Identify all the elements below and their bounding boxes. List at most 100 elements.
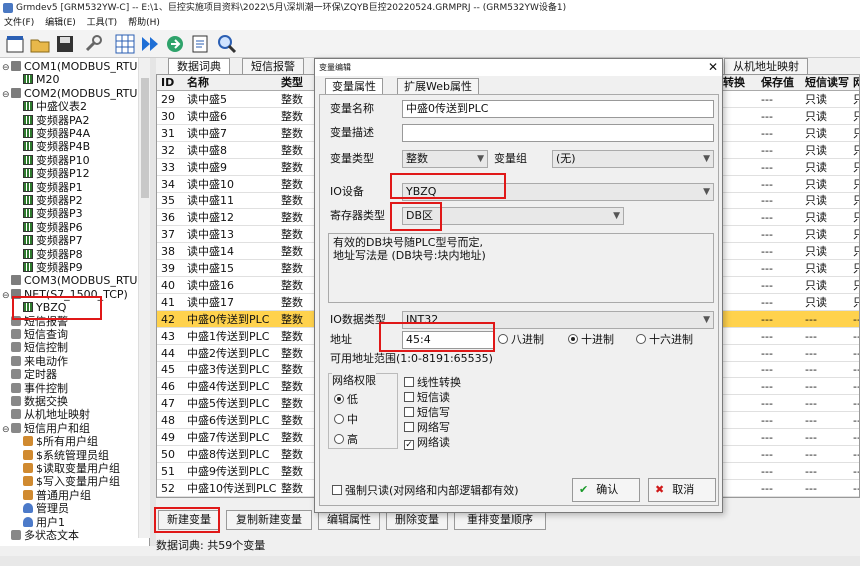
- tree-node[interactable]: 短信控制: [2, 341, 68, 355]
- tab-web-properties[interactable]: 扩展Web属性: [397, 78, 479, 94]
- compile-grid-icon[interactable]: [114, 33, 136, 55]
- tree-node[interactable]: 定时器: [2, 368, 57, 382]
- cell-id: 39: [161, 262, 175, 275]
- tree-node[interactable]: 变频器P10: [14, 154, 90, 168]
- ok-button[interactable]: ✔ 确认: [572, 478, 640, 502]
- tree-node[interactable]: 从机地址映射: [2, 408, 90, 422]
- tab-data-dictionary[interactable]: 数据词典: [168, 58, 230, 74]
- menu-tools[interactable]: 工具(T): [83, 16, 122, 30]
- download-arrow-icon[interactable]: [139, 33, 161, 55]
- type-select[interactable]: 整数 ▼: [402, 150, 488, 168]
- new-project-icon[interactable]: [4, 33, 26, 55]
- tree-node[interactable]: 多状态文本: [2, 529, 79, 543]
- col-convert[interactable]: 转换: [723, 75, 745, 91]
- expand-toggle-icon[interactable]: ⊖: [2, 88, 11, 102]
- tree-node[interactable]: 变频器P7: [14, 234, 83, 248]
- reorder-variables-button[interactable]: 重排变量顺序: [454, 510, 546, 530]
- linear-convert-checkbox[interactable]: 线性转换: [404, 376, 461, 390]
- group-select[interactable]: (无) ▼: [552, 150, 714, 168]
- open-folder-icon[interactable]: [29, 33, 51, 55]
- cell-id: 40: [161, 278, 175, 292]
- col-name[interactable]: 名称: [187, 75, 209, 91]
- tree-node[interactable]: M20: [14, 73, 60, 87]
- radix-hex-radio[interactable]: 十六进制: [636, 333, 693, 347]
- name-field[interactable]: 中盛0传送到PLC: [402, 100, 714, 118]
- perm-mid-radio[interactable]: 中: [334, 413, 358, 427]
- tree-node[interactable]: $系统管理员组: [14, 449, 109, 463]
- radix-oct-radio[interactable]: 八进制: [498, 333, 544, 347]
- tree-node[interactable]: 普通用户组: [14, 489, 91, 503]
- tree-node[interactable]: 用户1: [14, 516, 65, 530]
- print-icon[interactable]: [189, 33, 211, 55]
- tree-node[interactable]: 管理员: [14, 502, 69, 516]
- cell-type: 整数: [281, 312, 303, 326]
- save-icon[interactable]: [54, 33, 76, 55]
- tree-node[interactable]: 变频器P4A: [14, 127, 90, 141]
- device-icon: [23, 181, 33, 192]
- tree-node[interactable]: $所有用户组: [14, 435, 98, 449]
- tab-variable-properties[interactable]: 变量属性: [325, 78, 383, 94]
- expand-toggle-icon[interactable]: ⊖: [2, 423, 11, 437]
- expand-toggle-icon[interactable]: ⊖: [2, 61, 11, 75]
- cell-name: 读中盛11: [187, 194, 234, 208]
- net-read-checkbox[interactable]: ✓ 网络读: [404, 436, 450, 450]
- tree-node[interactable]: 变频器PA2: [14, 114, 89, 128]
- cell-id: 33: [161, 160, 175, 174]
- tree-node[interactable]: 事件控制: [2, 382, 68, 396]
- tree-node[interactable]: 来电动作: [2, 355, 68, 369]
- misc-icon: [11, 396, 21, 406]
- col-id[interactable]: ID: [161, 75, 174, 91]
- tree-node[interactable]: 变频器P3: [14, 207, 83, 221]
- force-readonly-checkbox[interactable]: 强制只读(对网络和内部逻辑都有效): [332, 484, 519, 498]
- tree-node[interactable]: 变频器P8: [14, 248, 83, 262]
- sms-write-checkbox[interactable]: 短信写: [404, 406, 450, 420]
- desc-field[interactable]: [402, 124, 714, 142]
- search-icon[interactable]: [216, 33, 238, 55]
- close-icon[interactable]: ✕: [708, 59, 718, 76]
- menu-edit[interactable]: 编辑(E): [41, 16, 80, 30]
- tree-node[interactable]: $读取变量用户组: [14, 462, 120, 476]
- perm-low-radio[interactable]: 低: [334, 393, 358, 407]
- tree-node[interactable]: 数据交换: [2, 395, 68, 409]
- tree-node[interactable]: ⊖ 短信用户和组: [2, 422, 90, 436]
- delete-variable-button[interactable]: 删除变量: [386, 510, 448, 530]
- upload-cloud-icon[interactable]: [164, 33, 186, 55]
- menu-help[interactable]: 帮助(H): [124, 16, 164, 30]
- tree-node[interactable]: 变频器P2: [14, 194, 83, 208]
- expand-toggle-icon[interactable]: ⊖: [2, 289, 11, 303]
- col-sms-rw[interactable]: 短信读写: [805, 75, 849, 91]
- tree-node[interactable]: 变频器P12: [14, 167, 90, 181]
- tree-node[interactable]: COM3(MODBUS_RTU): [2, 274, 142, 288]
- tree-node[interactable]: 变频器P4B: [14, 140, 90, 154]
- col-type[interactable]: 类型: [281, 75, 303, 91]
- tab-sms-alarm[interactable]: 短信报警: [242, 58, 304, 74]
- edit-properties-button[interactable]: 编辑属性: [318, 510, 380, 530]
- copy-new-variable-button[interactable]: 复制新建变量: [226, 510, 312, 530]
- wrench-icon[interactable]: [82, 33, 104, 55]
- sms-read-checkbox[interactable]: 短信读: [404, 391, 450, 405]
- perm-high-radio[interactable]: 高: [334, 433, 358, 447]
- tab-slave-address-map[interactable]: 从机地址映射: [724, 58, 808, 74]
- tree-scrollbar[interactable]: [138, 58, 150, 538]
- horizontal-scrollbar[interactable]: [0, 556, 860, 566]
- cell-net: ---: [853, 397, 859, 411]
- tree-node[interactable]: ⊖ COM2(MODBUS_RTU): [2, 87, 142, 101]
- net-write-checkbox[interactable]: 网络写: [404, 421, 450, 435]
- cell-sms-rw: ---: [805, 431, 817, 444]
- col-net[interactable]: 网: [853, 75, 859, 91]
- tree-node[interactable]: $写入变量用户组: [14, 475, 120, 489]
- col-keep-value[interactable]: 保存值: [761, 75, 794, 91]
- radix-dec-radio[interactable]: 十进制: [568, 333, 614, 347]
- tree-node[interactable]: 中盛仪表2: [14, 100, 87, 114]
- tree-node[interactable]: 短信查询: [2, 328, 68, 342]
- menu-file[interactable]: 文件(F): [0, 16, 38, 30]
- tree-node[interactable]: ⊖ COM1(MODBUS_RTU): [2, 60, 142, 74]
- tree-node[interactable]: 变频器P6: [14, 221, 83, 235]
- cell-name: 中盛8传送到PLC: [187, 447, 270, 461]
- misc-icon: [11, 342, 21, 353]
- cell-keep-value: ---: [761, 464, 773, 478]
- cancel-button[interactable]: ✖ 取消: [648, 478, 716, 502]
- tree-node[interactable]: 变频器P1: [14, 181, 83, 195]
- tree-node[interactable]: 变频器P9: [14, 261, 83, 275]
- force-readonly-label: 强制只读(对网络和内部逻辑都有效): [345, 484, 519, 497]
